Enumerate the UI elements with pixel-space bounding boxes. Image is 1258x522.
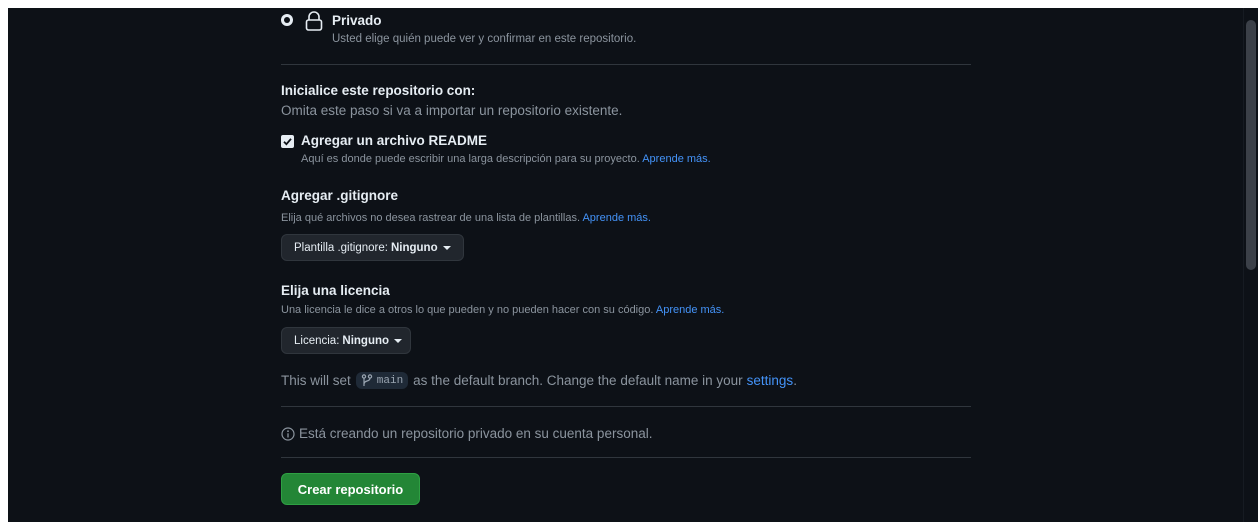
license-heading: Elija una licencia <box>281 283 390 298</box>
private-repo-notice: Está creando un repositorio privado en s… <box>281 426 652 441</box>
license-description: Una licencia le dice a otros lo que pued… <box>281 304 724 316</box>
gitignore-learn-more-link[interactable]: Aprende más. <box>582 212 650 224</box>
scrollbar-thumb[interactable] <box>1246 20 1256 270</box>
license-description-text: Una licencia le dice a otros lo que pued… <box>281 304 654 316</box>
caret-down-icon <box>442 245 451 250</box>
readme-label[interactable]: Agregar un archivo README <box>301 133 487 148</box>
window-left-edge <box>0 8 8 522</box>
private-radio[interactable] <box>281 14 293 26</box>
license-dropdown-value: Ninguno <box>342 334 390 347</box>
gitignore-template-dropdown[interactable]: Plantilla .gitignore: Ninguno <box>281 234 464 261</box>
gitignore-dropdown-value: Ninguno <box>390 241 438 254</box>
git-branch-icon <box>361 374 372 386</box>
lock-icon <box>305 11 323 31</box>
branch-text-before: This will set <box>281 373 351 388</box>
gitignore-dropdown-prefix: Plantilla .gitignore: <box>294 241 388 254</box>
scrollbar[interactable] <box>1243 8 1258 522</box>
create-repository-button[interactable]: Crear repositorio <box>281 473 420 505</box>
divider <box>281 406 971 407</box>
branch-name: main <box>376 374 404 387</box>
readme-description-text: Aquí es donde puede escribir una larga d… <box>301 153 640 165</box>
readme-description: Aquí es donde puede escribir una larga d… <box>301 153 711 165</box>
branch-text-after: as the default branch. Change the defaul… <box>413 373 743 388</box>
private-option-label[interactable]: Privado <box>332 13 382 28</box>
branch-text-end: . <box>793 373 797 388</box>
divider <box>281 64 971 65</box>
gitignore-description-text: Elija qué archivos no desea rastrear de … <box>281 212 581 224</box>
license-dropdown-prefix: Licencia: <box>294 334 340 347</box>
readme-checkbox[interactable] <box>281 135 294 148</box>
caret-down-icon <box>394 338 403 343</box>
private-option-description: Usted elige quién puede ver y confirmar … <box>332 33 637 45</box>
readme-learn-more-link[interactable]: Aprende más. <box>642 153 710 165</box>
initialize-subtitle: Omita este paso si va a importar un repo… <box>281 103 623 118</box>
gitignore-description: Elija qué archivos no desea rastrear de … <box>281 212 651 224</box>
initialize-heading: Inicialice este repositorio con: <box>281 83 476 98</box>
license-dropdown[interactable]: Licencia: Ninguno <box>281 327 411 354</box>
checkmark-icon <box>283 138 292 146</box>
license-learn-more-link[interactable]: Aprende más. <box>656 304 724 316</box>
branch-name-badge: main <box>355 372 409 389</box>
private-repo-notice-text: Está creando un repositorio privado en s… <box>299 426 653 441</box>
settings-link[interactable]: settings <box>747 373 794 388</box>
info-icon <box>281 426 295 441</box>
divider <box>281 457 971 458</box>
gitignore-heading: Agregar .gitignore <box>281 188 399 203</box>
window-top-edge <box>0 0 1258 8</box>
default-branch-notice: This will set main as the default branch… <box>281 372 797 389</box>
